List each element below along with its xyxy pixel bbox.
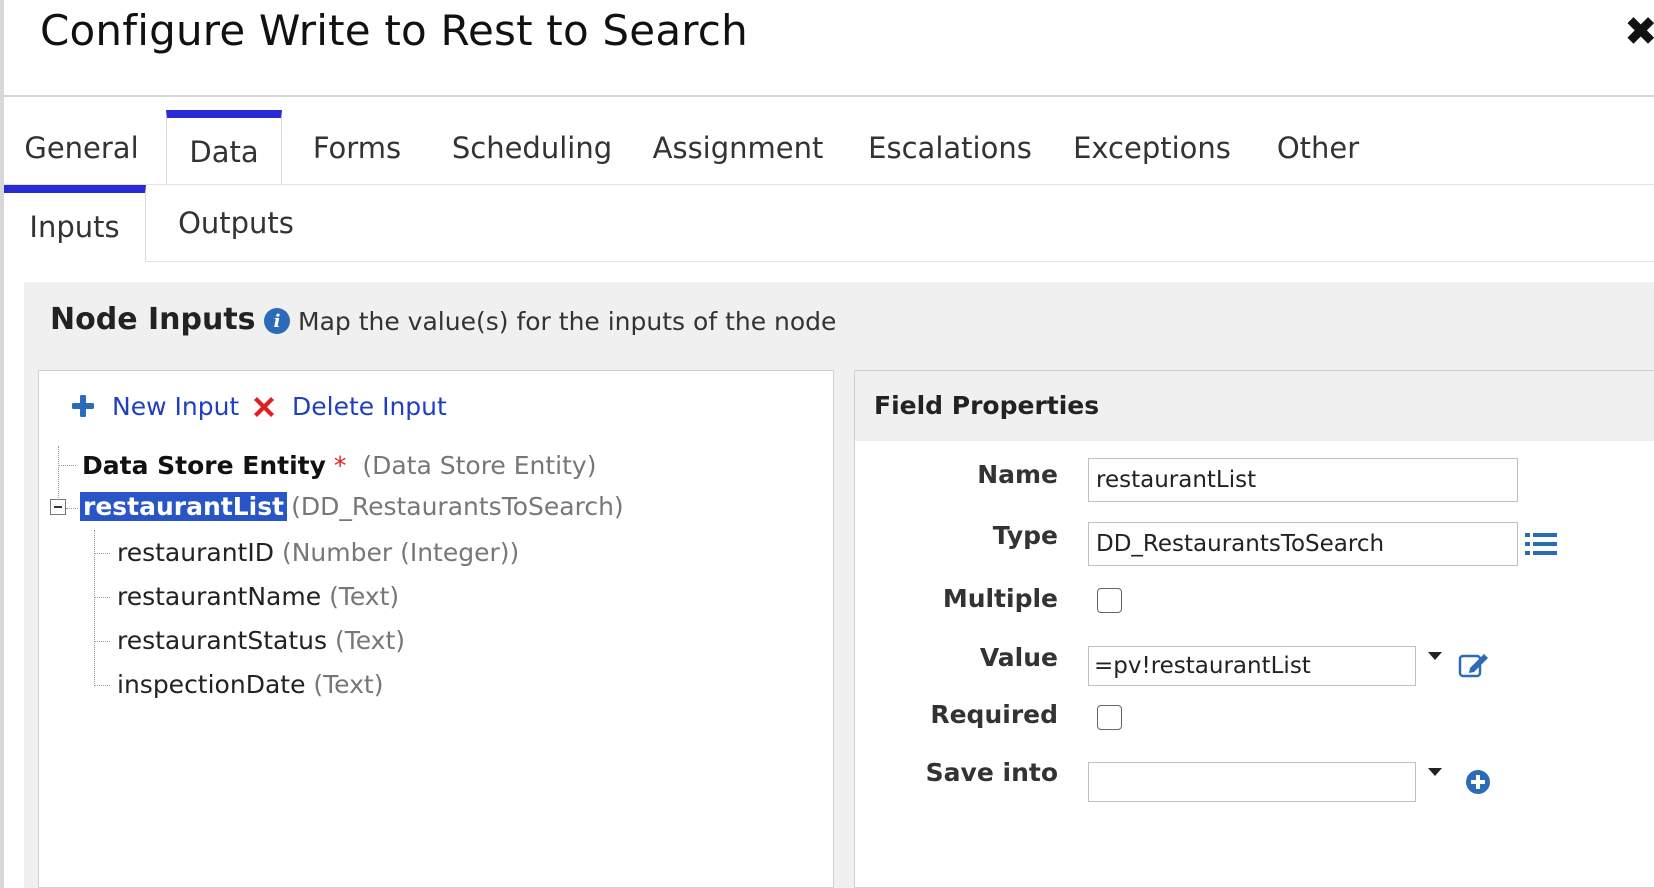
tree-item-name: restaurantList [80,492,288,521]
field-properties-panel [854,370,1654,888]
tree-item-restaurant-name[interactable]: restaurantName (Text) [117,582,399,611]
tab-label: Exceptions [1073,130,1231,165]
save-into-label: Save into [925,758,1058,787]
tab-label: Other [1276,130,1360,165]
subtab-label: Outputs [178,206,294,240]
tree-line [94,597,110,598]
tab-forms[interactable]: Forms [292,110,422,185]
tab-label: Forms [312,130,402,165]
subtabs-divider [145,261,1654,262]
info-icon: i [264,308,290,334]
tree-item-restaurant-list[interactable]: restaurantList (DD_RestaurantsToSearch) [80,492,624,521]
tab-exceptions[interactable]: Exceptions [1064,110,1240,185]
tab-label: Scheduling [451,130,613,165]
tab-general[interactable]: General [4,110,159,185]
delete-icon[interactable] [250,393,278,421]
save-into-input[interactable] [1088,762,1416,802]
main-tabs: General Data Forms Scheduling Assignment… [4,110,1654,185]
tree-line [58,465,76,466]
dialog-title: Configure Write to Rest to Search [40,6,748,55]
tree-item-name: restaurantStatus [117,626,328,655]
tab-escalations[interactable]: Escalations [866,110,1034,185]
chevron-down-icon[interactable] [1428,652,1442,660]
tree-line [94,685,110,686]
tree-item-name: restaurantName [117,582,322,611]
tree-item-name: inspectionDate [117,670,306,699]
tree-line [66,508,78,509]
tab-outputs[interactable]: Outputs [166,185,306,261]
delete-input-button[interactable]: Delete Input [292,392,447,421]
multiple-checkbox[interactable] [1097,588,1122,613]
type-label: Type [992,521,1058,550]
tab-scheduling[interactable]: Scheduling [446,110,618,185]
title-divider [4,95,1654,97]
tree-item-data-store-entity[interactable]: Data Store Entity * (Data Store Entity) [82,451,596,480]
value-label: Value [979,643,1058,672]
tree-item-restaurant-id[interactable]: restaurantID (Number (Integer)) [117,538,519,567]
tab-label: Assignment [652,130,824,165]
tree-item-type: (Number (Integer)) [281,538,520,567]
edit-icon[interactable] [1458,650,1490,680]
name-input[interactable] [1088,458,1518,502]
multiple-label: Multiple [942,584,1058,613]
required-checkbox[interactable] [1097,705,1122,730]
field-properties-title: Field Properties [874,391,1100,420]
tree-item-type: (Text) [329,582,400,611]
name-label: Name [977,460,1058,489]
required-label: Required [930,700,1058,729]
tree-line [58,446,59,498]
tab-label: Escalations [868,130,1032,165]
panel-hint: Map the value(s) for the inputs of the n… [298,307,837,336]
tab-assignment[interactable]: Assignment [640,110,836,185]
tab-data[interactable]: Data [166,110,282,185]
add-circle-icon[interactable] [1464,768,1492,796]
type-input[interactable] [1088,522,1518,566]
chevron-down-icon[interactable] [1428,768,1442,776]
sub-tabs: Inputs Outputs [4,185,1654,261]
list-icon[interactable] [1524,530,1558,558]
tree-item-name: Data Store Entity [82,451,326,480]
tree-line [94,553,110,554]
close-icon[interactable]: ✖ [1624,12,1654,52]
tree-item-name: restaurantID [117,538,274,567]
new-input-button[interactable]: New Input [112,392,239,421]
tab-label: Data [189,134,259,169]
tab-other[interactable]: Other [1266,110,1370,185]
tree-item-type: (DD_RestaurantsToSearch) [291,492,624,521]
plus-icon[interactable] [70,393,96,419]
tab-inputs[interactable]: Inputs [4,185,146,261]
tree-line [94,641,110,642]
panel-title: Node Inputs [50,302,256,337]
tree-item-type: (Data Store Entity) [362,451,597,480]
subtab-label: Inputs [29,210,120,244]
tree-item-type: (Text) [313,670,384,699]
required-mark: * [333,451,347,480]
tree-item-inspection-date[interactable]: inspectionDate (Text) [117,670,383,699]
collapse-toggle-icon[interactable] [50,499,66,515]
tree-item-restaurant-status[interactable]: restaurantStatus (Text) [117,626,405,655]
value-input[interactable] [1088,646,1416,686]
tree-item-type: (Text) [334,626,406,655]
tab-label: General [24,130,139,165]
